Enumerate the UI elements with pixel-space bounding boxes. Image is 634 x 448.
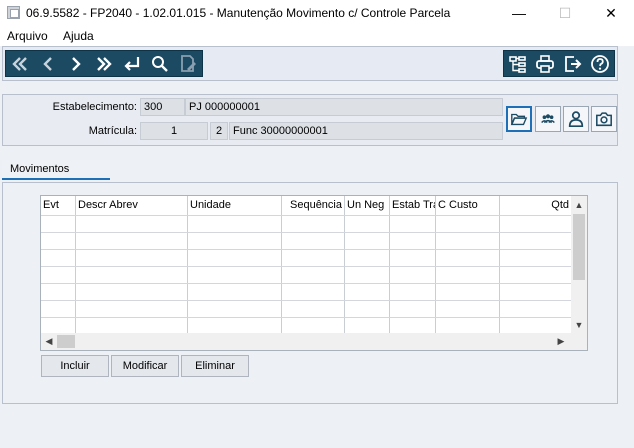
print-icon[interactable] — [532, 51, 560, 76]
goto-icon[interactable] — [118, 51, 146, 76]
table-row[interactable] — [41, 232, 571, 233]
tab-movimentos[interactable]: Movimentos — [2, 160, 110, 180]
navigation-group — [5, 50, 203, 77]
app-icon — [7, 6, 20, 19]
minimize-button[interactable]: — — [496, 0, 542, 27]
open-folder-icon — [510, 113, 528, 126]
table-row[interactable] — [41, 283, 571, 284]
vertical-scroll-thumb[interactable] — [573, 214, 585, 280]
scroll-down-icon[interactable]: ▼ — [571, 317, 587, 333]
matricula-name-field: Func 30000000001 — [229, 122, 503, 140]
matricula-seq-field[interactable]: 2 — [210, 122, 228, 140]
open-folder-button[interactable] — [506, 106, 532, 132]
title-bar: 06.9.5582 - FP2040 - 1.02.01.015 - Manut… — [0, 0, 634, 27]
eliminar-button[interactable]: Eliminar — [181, 355, 249, 377]
person-icon — [568, 111, 584, 128]
column-header-un-neg[interactable]: Un Neg — [345, 196, 390, 215]
table-row[interactable] — [41, 266, 571, 267]
previous-icon[interactable] — [34, 51, 62, 76]
first-icon[interactable] — [6, 51, 34, 76]
group-button[interactable] — [535, 106, 561, 132]
tree-icon[interactable] — [504, 51, 532, 76]
column-header-sequencia[interactable]: Sequência — [282, 196, 345, 215]
estabelecimento-code-field[interactable]: 300 — [140, 98, 185, 116]
horizontal-scrollbar[interactable]: ◀ ▶ — [41, 333, 571, 350]
exit-icon[interactable] — [559, 51, 587, 76]
camera-button[interactable] — [591, 106, 617, 132]
menu-ajuda[interactable]: Ajuda — [63, 29, 94, 43]
column-header-estab-tra[interactable]: Estab Tra — [390, 196, 436, 215]
column-header-qtd[interactable]: Qtd — [500, 196, 571, 215]
group-icon — [541, 114, 555, 124]
scroll-up-icon[interactable]: ▲ — [571, 197, 587, 213]
grid-header-divider — [41, 215, 571, 216]
person-button[interactable] — [563, 106, 589, 132]
last-icon[interactable] — [90, 51, 118, 76]
search-icon[interactable] — [146, 51, 174, 76]
close-button[interactable]: ✕ — [588, 0, 634, 27]
table-row[interactable] — [41, 300, 571, 301]
matricula-field[interactable]: 1 — [140, 122, 208, 140]
menu-bar: Arquivo Ajuda — [0, 27, 634, 47]
scroll-left-icon[interactable]: ◀ — [41, 333, 57, 349]
matricula-label: Matrícula: — [88, 125, 137, 137]
scroll-right-icon[interactable]: ▶ — [553, 333, 569, 349]
estabelecimento-name-field: PJ 000000001 — [185, 98, 503, 116]
edit-document-icon[interactable] — [174, 51, 202, 76]
scroll-corner — [571, 333, 587, 350]
menu-arquivo[interactable]: Arquivo — [7, 29, 48, 43]
estabelecimento-label: Estabelecimento: — [52, 101, 137, 113]
movimentos-grid[interactable]: Evt Descr Abrev Unidade Sequência Un Neg… — [40, 195, 588, 351]
table-row[interactable] — [41, 249, 571, 250]
next-icon[interactable] — [62, 51, 90, 76]
maximize-button[interactable]: ☐ — [542, 0, 588, 27]
column-header-descr-abrev[interactable]: Descr Abrev — [76, 196, 188, 215]
incluir-button[interactable]: Incluir — [41, 355, 109, 377]
horizontal-scroll-thumb[interactable] — [57, 335, 75, 348]
column-header-unidade[interactable]: Unidade — [188, 196, 282, 215]
column-header-evt[interactable]: Evt — [41, 196, 76, 215]
toolbar — [2, 46, 618, 81]
actions-group — [503, 50, 615, 77]
vertical-scrollbar[interactable]: ▲ ▼ — [571, 196, 587, 335]
table-row[interactable] — [41, 317, 571, 318]
help-icon[interactable] — [587, 51, 615, 76]
window-title: 06.9.5582 - FP2040 - 1.02.01.015 - Manut… — [26, 6, 451, 20]
camera-icon — [596, 112, 612, 127]
column-header-c-custo[interactable]: C Custo — [436, 196, 500, 215]
modificar-button[interactable]: Modificar — [111, 355, 179, 377]
